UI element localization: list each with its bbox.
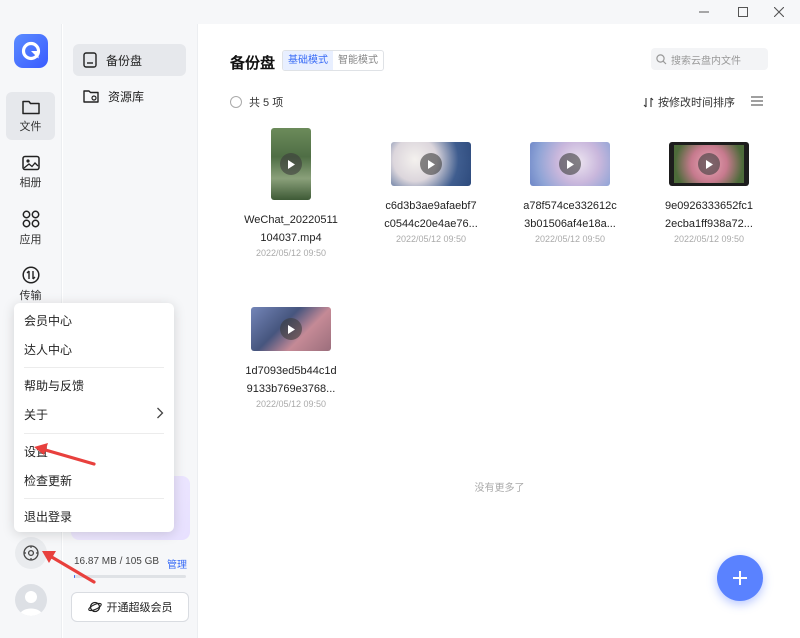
rail-item-transfer[interactable]: 传输 [6, 260, 55, 308]
mode-toggle: 基础模式 智能模式 [282, 50, 384, 71]
library-icon [83, 90, 99, 103]
menu-divider [24, 433, 164, 434]
search-icon [656, 53, 667, 64]
rail-item-photos[interactable]: 相册 [6, 148, 55, 196]
video-thumbnail [271, 128, 311, 200]
plus-icon [733, 571, 747, 585]
sort-label: 按修改时间排序 [658, 97, 735, 109]
rail-item-label: 文件 [19, 120, 42, 133]
file-item[interactable]: WeChat_20220511 104037.mp4 2022/05/12 09:… [221, 128, 361, 258]
menu-item-about-label: 关于 [24, 407, 49, 422]
menu-item-creator-center[interactable]: 达人中心 [14, 335, 174, 363]
file-item[interactable]: 9e0926333652fc1 2ecba1ff938a72... 2022/05… [639, 142, 779, 244]
list-view-icon[interactable] [751, 95, 763, 109]
play-icon [280, 153, 302, 175]
menu-divider [24, 498, 164, 499]
tab-smart-mode[interactable]: 智能模式 [333, 51, 383, 70]
page-title: 备份盘 [230, 55, 276, 72]
apps-icon [22, 210, 39, 227]
nav-item-label: 资源库 [108, 89, 145, 104]
rail-item-label: 传输 [19, 289, 42, 302]
file-item[interactable]: a78f574ce332612c 3b01506af4e18a... 2022/0… [500, 142, 640, 244]
no-more-text: 没有更多了 [474, 483, 525, 494]
sort-icon [643, 97, 654, 107]
nav-item-label: 备份盘 [106, 53, 143, 68]
rail-item-files[interactable]: 文件 [6, 92, 55, 140]
file-date: 2022/05/12 09:50 [255, 248, 327, 258]
video-thumbnail [669, 142, 749, 186]
file-date: 2022/05/12 09:50 [534, 234, 606, 244]
file-item[interactable]: 1d7093ed5b44c1d 9133b769e3768... 2022/05/… [221, 307, 361, 409]
file-date: 2022/05/12 09:50 [673, 234, 745, 244]
maximize-icon[interactable] [726, 0, 760, 24]
search-placeholder: 搜索云盘内文件 [671, 55, 741, 67]
manage-storage-link[interactable]: 管理 [167, 556, 187, 571]
rail-item-apps[interactable]: 应用 [6, 204, 55, 252]
menu-item-check-update[interactable]: 检查更新 [14, 466, 174, 494]
main-content: 备份盘 基础模式 智能模式 搜索云盘内文件 共 5 项 按修改时间排序 WeCh… [199, 24, 800, 638]
menu-item-about[interactable]: 关于 [14, 400, 174, 428]
menu-divider [24, 367, 164, 368]
video-thumbnail [391, 142, 471, 186]
app-logo-icon [14, 34, 48, 68]
nav-item-library[interactable]: 资源库 [73, 80, 186, 112]
sort-dropdown[interactable]: 按修改时间排序 [643, 94, 735, 110]
file-name: 9e0926333652fc1 2ecba1ff938a72... [664, 200, 754, 230]
file-name: a78f574ce332612c 3b01506af4e18a... [523, 200, 617, 230]
video-thumbnail [251, 307, 331, 351]
play-icon [698, 153, 720, 175]
settings-popup-menu: 会员中心 达人中心 帮助与反馈 关于 设置 检查更新 退出登录 [14, 303, 174, 532]
file-name: WeChat_20220511 104037.mp4 [244, 214, 338, 244]
annotation-arrow [42, 551, 96, 584]
avatar[interactable] [15, 584, 47, 616]
item-count: 共 5 项 [249, 97, 284, 109]
close-icon[interactable] [762, 0, 796, 24]
photo-icon [21, 155, 40, 170]
select-all[interactable]: 共 5 项 [230, 94, 283, 110]
menu-item-logout[interactable]: 退出登录 [14, 502, 174, 530]
window-titlebar [0, 0, 800, 24]
menu-item-help-feedback[interactable]: 帮助与反馈 [14, 371, 174, 399]
play-icon [559, 153, 581, 175]
play-icon [420, 153, 442, 175]
select-all-radio[interactable] [230, 96, 242, 108]
planet-icon [87, 601, 102, 613]
tab-basic-mode[interactable]: 基础模式 [283, 51, 333, 70]
play-icon [280, 318, 302, 340]
nav-item-backup-disk[interactable]: 备份盘 [73, 44, 186, 76]
video-thumbnail [530, 142, 610, 186]
backup-disk-icon [83, 52, 97, 68]
folder-icon [21, 100, 40, 114]
file-name: 1d7093ed5b44c1d 9133b769e3768... [245, 365, 337, 395]
file-date: 2022/05/12 09:50 [395, 234, 467, 244]
search-input[interactable]: 搜索云盘内文件 [651, 48, 768, 70]
open-super-vip-button[interactable]: 开通超级会员 [71, 592, 189, 622]
vip-button-label: 开通超级会员 [106, 602, 173, 614]
add-button[interactable] [717, 555, 763, 601]
minimize-icon[interactable] [687, 0, 721, 24]
file-item[interactable]: c6d3b3ae9afaebf7 c0544c20e4ae76... 2022/0… [361, 142, 501, 244]
rail-item-label: 相册 [19, 176, 42, 189]
file-name: c6d3b3ae9afaebf7 c0544c20e4ae76... [384, 200, 478, 230]
rail-item-label: 应用 [19, 233, 42, 246]
annotation-arrow [34, 443, 96, 466]
chevron-right-icon [157, 407, 164, 419]
file-date: 2022/05/12 09:50 [255, 399, 327, 409]
menu-item-vip-center[interactable]: 会员中心 [14, 306, 174, 334]
transfer-icon [21, 265, 40, 284]
